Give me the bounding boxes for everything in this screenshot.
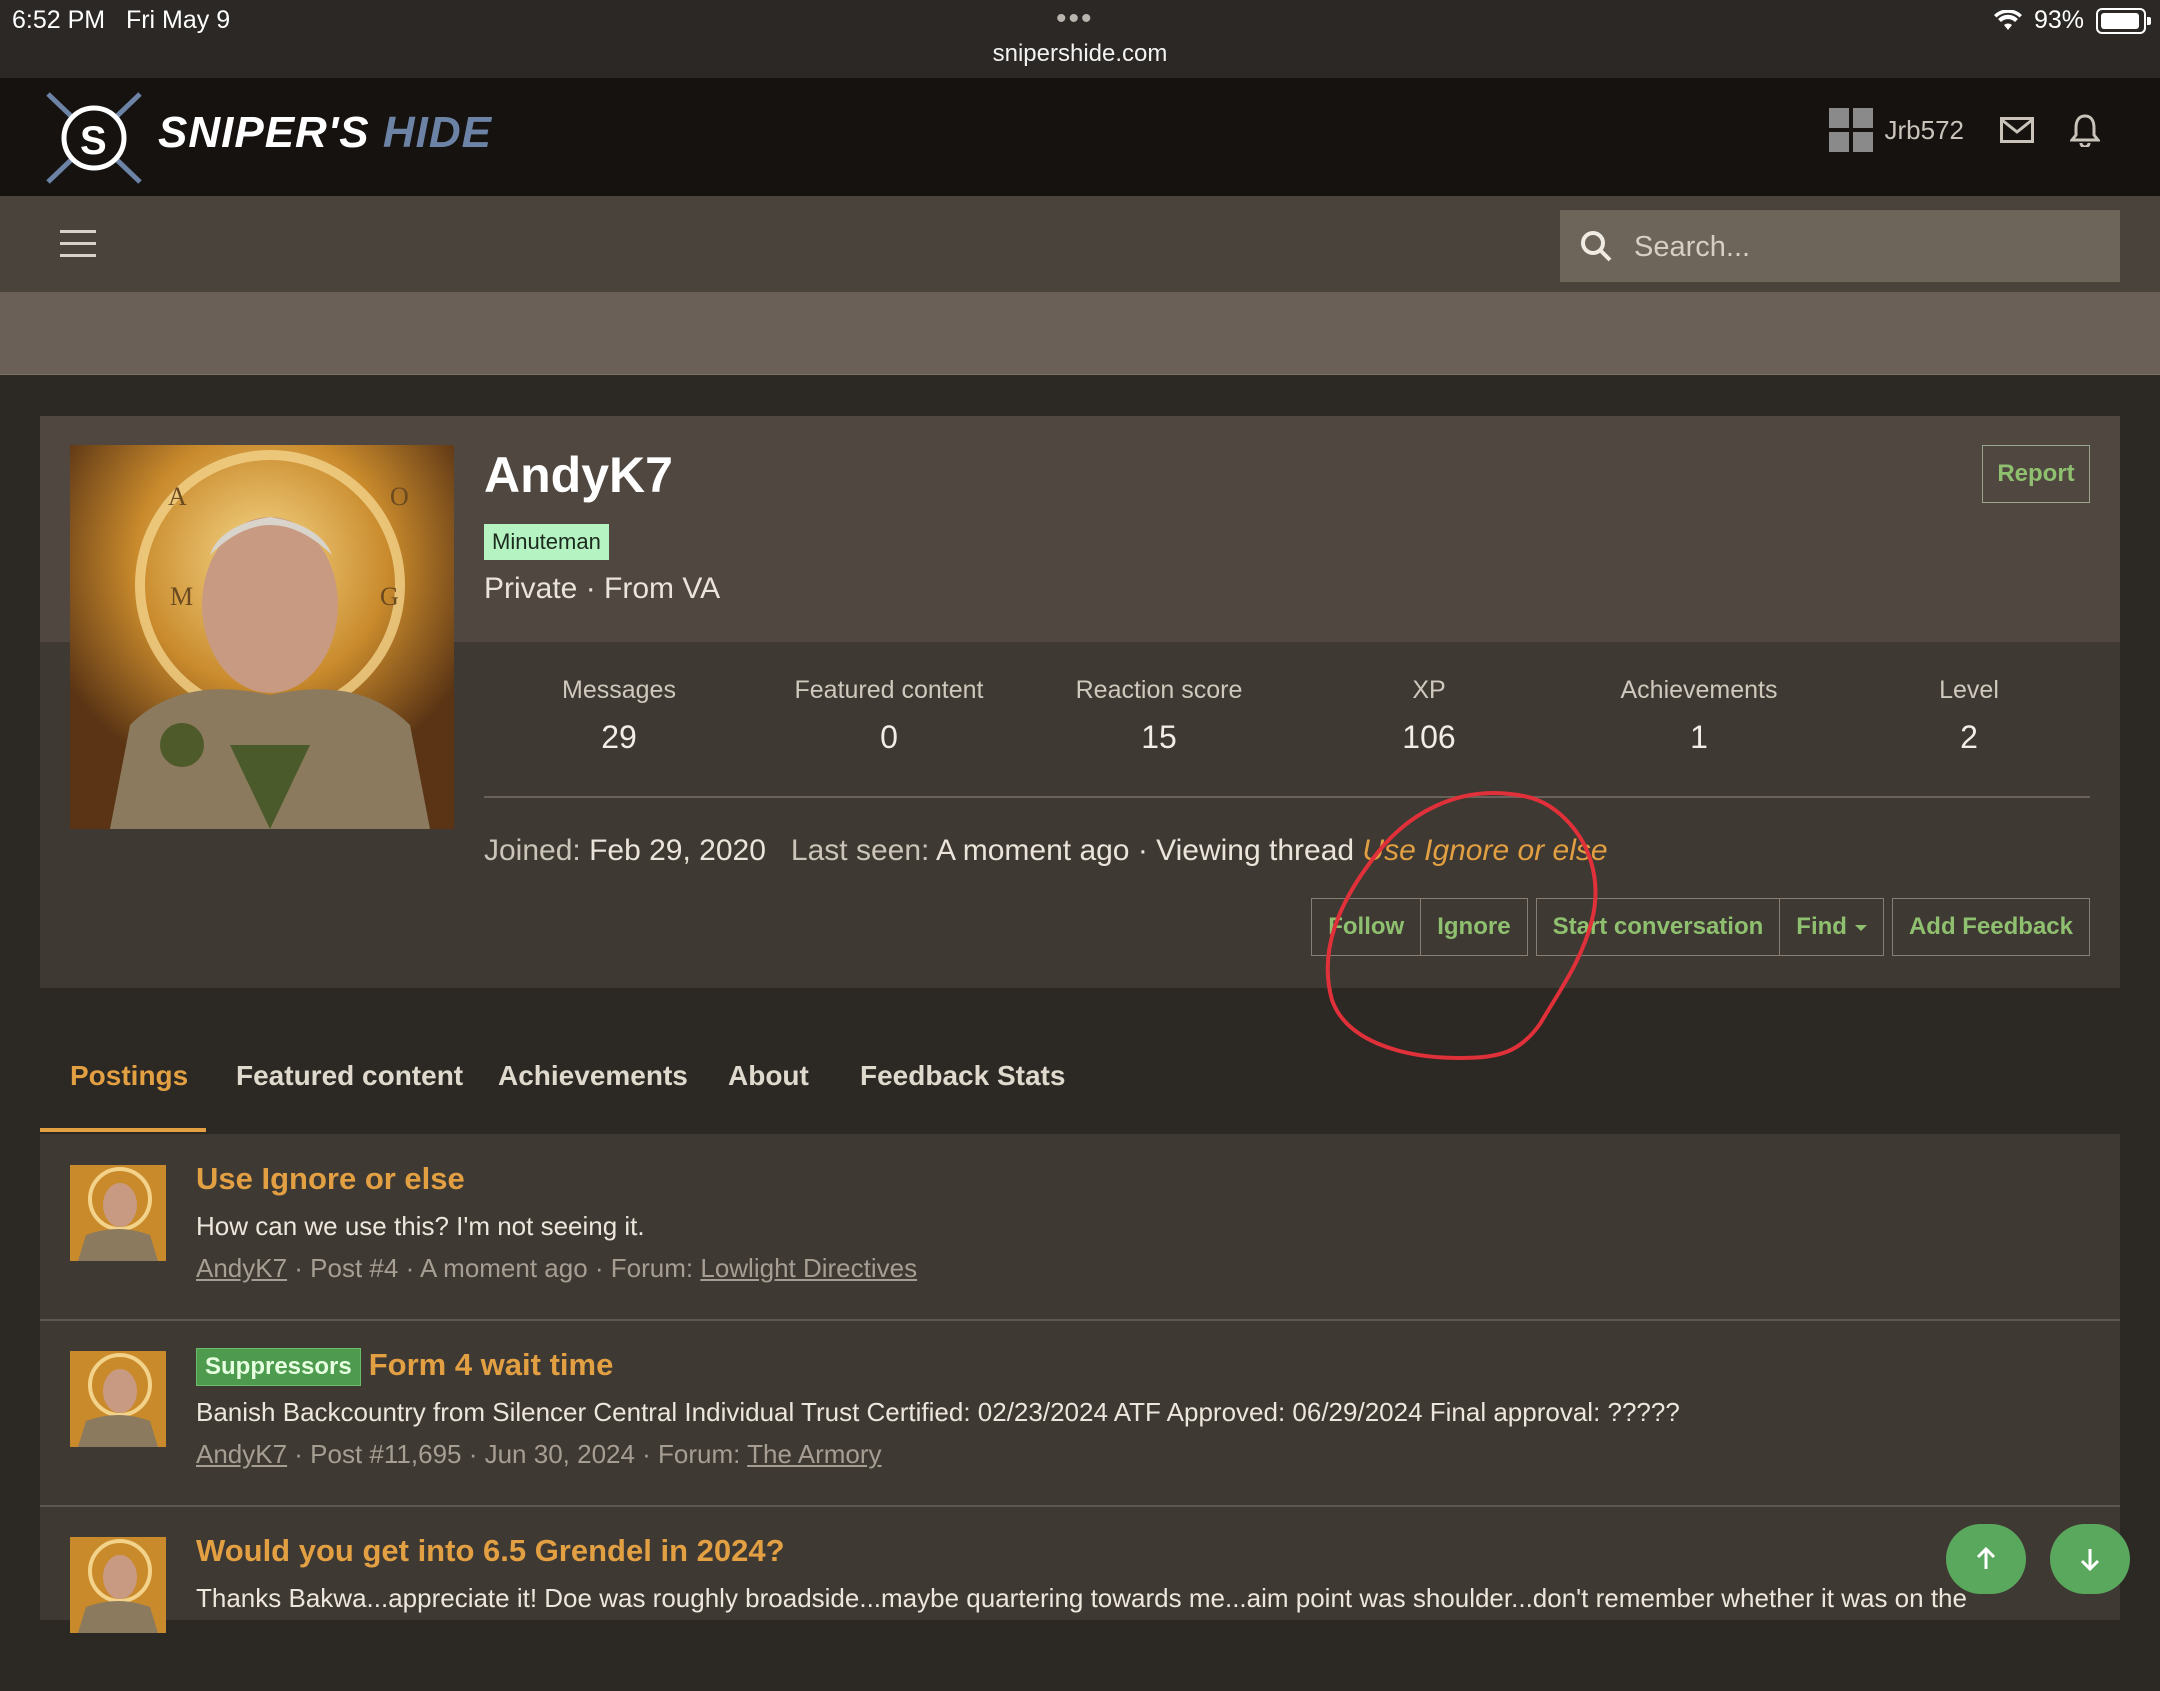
profile-stats: Messages 29 Featured content 0 Reaction … [484, 676, 2104, 786]
tab-achievements[interactable]: Achievements [498, 1060, 688, 1092]
logo-wordmark: SNIPER'S HIDE [158, 108, 492, 157]
post-author-link[interactable]: AndyK7 [196, 1253, 287, 1283]
viewing-thread-link[interactable]: Use Ignore or else [1362, 834, 1607, 867]
postings-list: Use Ignore or else How can we use this? … [40, 1135, 2120, 1633]
sub-nav-bar [0, 292, 2160, 375]
address-url[interactable]: snipershide.com [0, 40, 2160, 68]
profile-username: AndyK7 [484, 447, 673, 503]
post-author-link[interactable]: AndyK7 [196, 1439, 287, 1469]
post-forum-link[interactable]: Lowlight Directives [700, 1253, 917, 1283]
post-title-link[interactable]: Use Ignore or else [196, 1161, 465, 1197]
svg-text:S: S [80, 119, 107, 163]
post-meta: AndyK7 · Post #11,695 · Jun 30, 2024 · F… [196, 1439, 882, 1469]
profile-activity-line: Joined: Feb 29, 2020 Last seen: A moment… [484, 834, 1608, 867]
svg-text:G: G [380, 582, 399, 611]
post-snippet: Banish Backcountry from Silencer Central… [196, 1397, 1680, 1427]
header-user-controls: Jrb572 [1828, 108, 2100, 152]
svg-text:A: A [168, 482, 187, 511]
account-link[interactable]: Jrb572 [1828, 108, 1965, 152]
list-item: Would you get into 6.5 Grendel in 2024? … [40, 1507, 2120, 1691]
post-snippet: How can we use this? I'm not seeing it. [196, 1211, 645, 1241]
post-title-link[interactable]: Would you get into 6.5 Grendel in 2024? [196, 1533, 785, 1569]
nav-bar [0, 196, 2160, 292]
avatar [1828, 108, 1873, 152]
start-conversation-button[interactable]: Start conversation [1537, 899, 1781, 955]
mail-icon[interactable] [2000, 117, 2034, 143]
post-snippet: Thanks Bakwa...appreciate it! Doe was ro… [196, 1583, 1967, 1613]
bell-icon[interactable] [2070, 113, 2100, 147]
user-title-badge: Minuteman [484, 524, 609, 560]
wifi-icon [1993, 9, 2022, 30]
thread-prefix-badge[interactable]: Suppressors [196, 1347, 361, 1386]
report-button[interactable]: Report [1982, 445, 2090, 503]
stat-featured-content[interactable]: Featured content 0 [754, 676, 1024, 786]
avatar[interactable] [70, 1537, 166, 1633]
active-tab-indicator [40, 1128, 206, 1132]
member-profile-card: A O M G AndyK7 Minuteman Private · From … [40, 416, 2120, 988]
stat-reaction-score[interactable]: Reaction score 15 [1024, 676, 1294, 786]
arrow-down-icon [2080, 1549, 2100, 1571]
post-meta: AndyK7 · Post #4 · A moment ago · Forum:… [196, 1253, 918, 1283]
stat-xp: XP 106 [1402, 676, 1456, 755]
scroll-to-top-button[interactable] [1946, 1524, 2026, 1594]
avatar[interactable] [70, 1351, 166, 1447]
crosshair-logo-icon: S [46, 92, 142, 184]
tab-featured-content[interactable]: Featured content [236, 1060, 463, 1092]
ios-status-bar: 6:52 PM Fri May 9 ••• snipershide.com 93… [0, 0, 2160, 78]
site-logo[interactable]: S SNIPER'S HIDE [40, 86, 500, 190]
menu-icon[interactable] [60, 230, 96, 258]
svg-text:M: M [170, 582, 193, 611]
post-title-link[interactable]: Suppressors Form 4 wait time [196, 1347, 613, 1386]
scroll-to-bottom-button[interactable] [2050, 1524, 2130, 1594]
battery-icon [2096, 7, 2151, 34]
list-item: Use Ignore or else How can we use this? … [40, 1135, 2120, 1321]
stat-achievements[interactable]: Achievements 1 [1564, 676, 1834, 786]
tab-about[interactable]: About [728, 1060, 809, 1092]
svg-text:O: O [390, 482, 409, 511]
multitasking-dots[interactable]: ••• [1056, 2, 1094, 36]
chevron-down-icon [1854, 924, 1867, 931]
tab-feedback-stats[interactable]: Feedback Stats [860, 1060, 1065, 1092]
profile-action-buttons: Follow Ignore Start conversation Find Ad… [1311, 898, 2090, 956]
profile-tabs: Postings Featured content Achievements A… [40, 1020, 2120, 1135]
list-item: Suppressors Form 4 wait time Banish Backc… [40, 1321, 2120, 1507]
tab-postings[interactable]: Postings [70, 1060, 188, 1092]
stat-level: Level 2 [1939, 676, 1999, 755]
search-icon [1581, 231, 1612, 262]
site-header: S SNIPER'S HIDE Jrb572 [0, 78, 2160, 196]
profile-avatar[interactable]: A O M G [70, 445, 454, 829]
battery-percent: 93% [2033, 6, 2084, 34]
search-box[interactable] [1560, 210, 2120, 284]
follow-button[interactable]: Follow [1312, 899, 1422, 955]
avatar[interactable] [70, 1165, 166, 1261]
status-time: 6:52 PM Fri May 9 [12, 6, 231, 34]
account-username: Jrb572 [1884, 114, 1965, 145]
stat-messages[interactable]: Messages 29 [484, 676, 754, 786]
add-feedback-button[interactable]: Add Feedback [1893, 899, 2089, 955]
status-right: 93% [1993, 6, 2151, 35]
arrow-up-icon [1976, 1547, 1996, 1569]
find-dropdown-button[interactable]: Find [1780, 899, 1883, 955]
profile-sub-info: Private · From VA [484, 572, 721, 605]
divider [484, 796, 2090, 798]
search-input[interactable] [1632, 210, 2096, 284]
ignore-button[interactable]: Ignore [1421, 899, 1526, 955]
post-forum-link[interactable]: The Armory [747, 1439, 881, 1469]
